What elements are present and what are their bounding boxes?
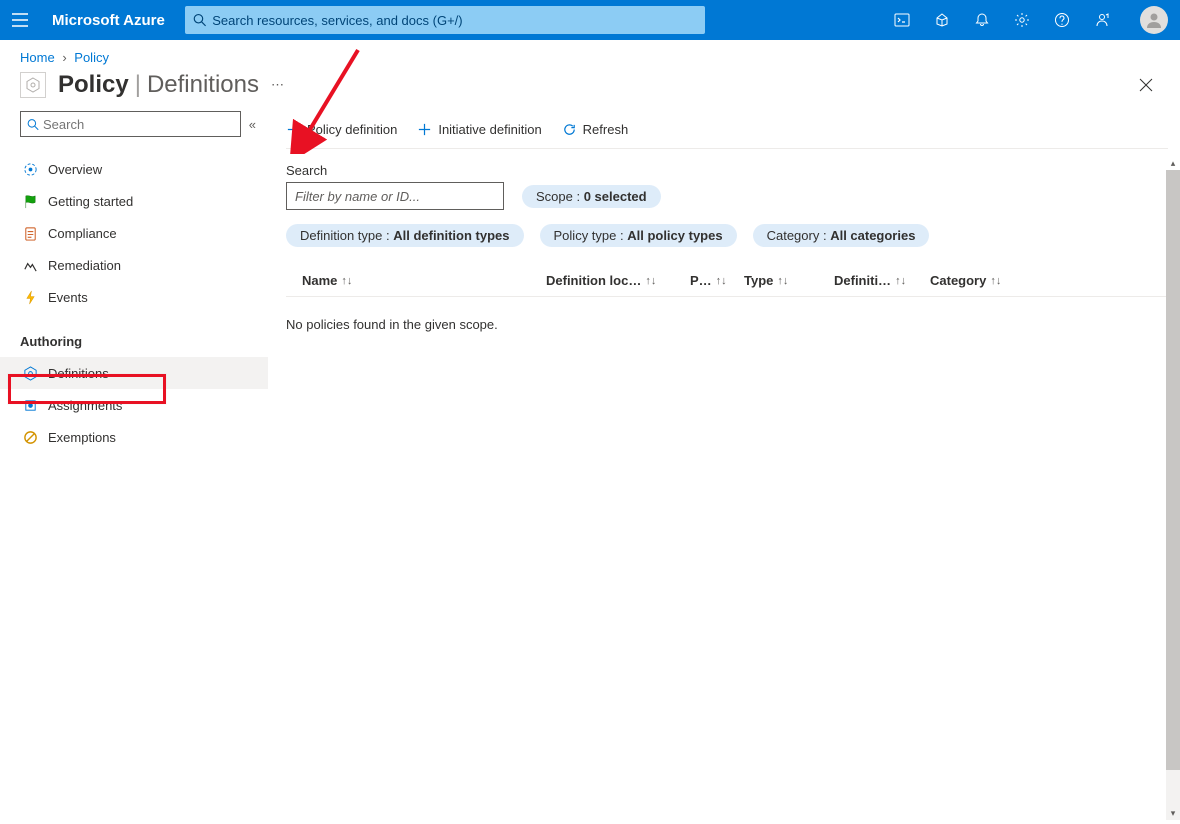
toolbar-label: Policy definition [307, 122, 397, 137]
initiative-definition-button[interactable]: Initiative definition [417, 122, 541, 137]
topbar-icons [884, 0, 1172, 40]
column-name[interactable]: Name↑↓ [286, 273, 536, 288]
refresh-icon [562, 122, 577, 137]
main-content: Policy definition Initiative definition … [268, 107, 1180, 815]
brand-label: Microsoft Azure [40, 12, 177, 29]
sidebar-item-overview[interactable]: Overview [20, 153, 268, 185]
sort-icon: ↑↓ [716, 275, 727, 287]
table-header: Name↑↓ Definition loc…↑↓ P…↑↓ Type↑↓ Def… [286, 273, 1168, 297]
sort-icon: ↑↓ [990, 275, 1001, 287]
sidebar-item-remediation[interactable]: Remediation [20, 249, 268, 281]
page-title-main: Policy [58, 71, 129, 98]
sidebar-item-label: Events [48, 290, 88, 305]
pill-value: All policy types [627, 228, 722, 243]
scope-filter-pill[interactable]: Scope : 0 selected [522, 185, 661, 208]
sidebar-search-input[interactable] [43, 117, 234, 132]
compliance-icon [22, 225, 38, 241]
notifications-icon[interactable] [964, 0, 1000, 40]
definition-type-filter-pill[interactable]: Definition type : All definition types [286, 224, 524, 247]
pill-label: Policy type : [554, 228, 628, 243]
hamburger-menu-icon[interactable] [8, 8, 32, 32]
topbar: Microsoft Azure [0, 0, 1180, 40]
collapse-sidebar-icon[interactable]: « [249, 117, 256, 132]
pill-value: All categories [830, 228, 915, 243]
search-icon [193, 13, 206, 27]
overview-icon [22, 161, 38, 177]
column-category[interactable]: Category↑↓ [930, 273, 1030, 288]
cloud-shell-icon[interactable] [884, 0, 920, 40]
search-label: Search [286, 163, 1168, 178]
pill-label: Category : [767, 228, 831, 243]
feedback-icon[interactable] [1084, 0, 1120, 40]
sidebar-item-getting-started[interactable]: Getting started [20, 185, 268, 217]
sort-icon: ↑↓ [777, 275, 788, 287]
sidebar-item-compliance[interactable]: Compliance [20, 217, 268, 249]
sidebar-item-definitions[interactable]: Definitions [0, 357, 268, 389]
directories-icon[interactable] [924, 0, 960, 40]
scrollbar-thumb[interactable] [1166, 170, 1180, 770]
empty-state-message: No policies found in the given scope. [286, 317, 1168, 332]
sidebar-item-label: Assignments [48, 398, 122, 413]
pill-value: All definition types [393, 228, 509, 243]
breadcrumb: Home › Policy [0, 40, 1180, 71]
policy-service-icon [20, 72, 46, 98]
breadcrumb-home[interactable]: Home [20, 50, 55, 65]
toolbar-label: Refresh [583, 122, 629, 137]
column-type[interactable]: Type↑↓ [744, 273, 824, 288]
page-title-sub: Definitions [147, 71, 259, 98]
avatar[interactable] [1140, 6, 1168, 34]
policy-type-filter-pill[interactable]: Policy type : All policy types [540, 224, 737, 247]
pill-label: Scope : [536, 189, 584, 204]
flag-icon [22, 193, 38, 209]
column-p[interactable]: P…↑↓ [690, 273, 734, 288]
policy-definition-button[interactable]: Policy definition [286, 122, 397, 137]
sidebar-item-label: Remediation [48, 258, 121, 273]
column-definition[interactable]: Definiti…↑↓ [834, 273, 920, 288]
sidebar-search[interactable] [20, 111, 241, 137]
title-row: Policy|Definitions ⋯ [0, 71, 1180, 107]
exemptions-icon [22, 429, 38, 445]
toolbar-label: Initiative definition [438, 122, 541, 137]
column-definition-location[interactable]: Definition loc…↑↓ [546, 273, 680, 288]
breadcrumb-policy[interactable]: Policy [74, 50, 109, 65]
sidebar-item-assignments[interactable]: Assignments [20, 389, 268, 421]
page-title: Policy|Definitions [58, 71, 259, 99]
refresh-button[interactable]: Refresh [562, 122, 629, 137]
sidebar-nav: Overview Getting started Compliance Reme… [20, 153, 268, 453]
sidebar-item-label: Definitions [48, 366, 109, 381]
remediation-icon [22, 257, 38, 273]
pill-value: 0 selected [584, 189, 647, 204]
filter-name-input[interactable] [286, 182, 504, 210]
sidebar-item-exemptions[interactable]: Exemptions [20, 421, 268, 453]
assignments-icon [22, 397, 38, 413]
lightning-icon [22, 289, 38, 305]
scroll-down-icon[interactable]: ▾ [1166, 806, 1180, 820]
sidebar-item-events[interactable]: Events [20, 281, 268, 313]
sidebar-item-label: Getting started [48, 194, 133, 209]
sort-icon: ↑↓ [895, 275, 906, 287]
sidebar-item-label: Exemptions [48, 430, 116, 445]
sort-icon: ↑↓ [341, 275, 352, 287]
scrollbar[interactable] [1166, 170, 1180, 820]
toolbar: Policy definition Initiative definition … [286, 111, 1168, 149]
definitions-icon [22, 365, 38, 381]
global-search-input[interactable] [212, 13, 697, 28]
search-icon [27, 118, 39, 131]
sidebar: « Overview Getting started Compliance Re… [0, 107, 268, 815]
plus-icon [417, 122, 432, 137]
settings-icon[interactable] [1004, 0, 1040, 40]
category-filter-pill[interactable]: Category : All categories [753, 224, 930, 247]
sidebar-item-label: Overview [48, 162, 102, 177]
global-search[interactable] [185, 6, 705, 34]
close-button[interactable] [1132, 71, 1160, 99]
plus-icon [286, 122, 301, 137]
sidebar-section-authoring: Authoring [20, 327, 268, 355]
more-actions-icon[interactable]: ⋯ [271, 77, 284, 93]
pill-label: Definition type : [300, 228, 393, 243]
sidebar-item-label: Compliance [48, 226, 117, 241]
sort-icon: ↑↓ [645, 275, 656, 287]
chevron-right-icon: › [62, 50, 66, 65]
help-icon[interactable] [1044, 0, 1080, 40]
scroll-up-icon[interactable]: ▴ [1166, 156, 1180, 170]
